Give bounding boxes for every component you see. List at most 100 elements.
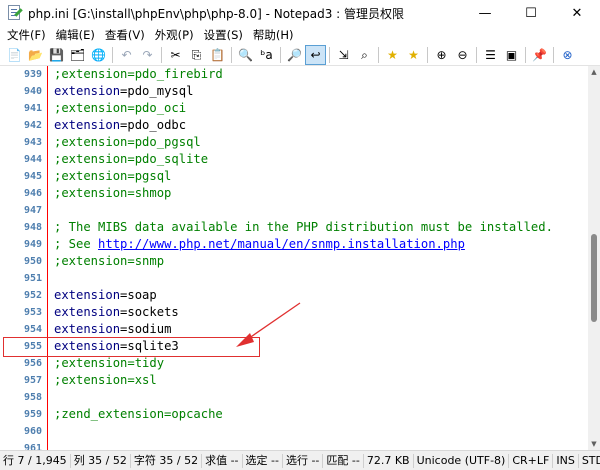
menu-edit[interactable]: 编辑(E) (51, 27, 100, 43)
replace-icon[interactable]: ᵇa (256, 45, 277, 65)
new-file-icon[interactable]: 📄 (4, 45, 25, 65)
code-value: =soap (120, 288, 157, 302)
toolbar-separator (378, 46, 379, 63)
menu-view[interactable]: 查看(V) (100, 27, 150, 43)
paste-icon[interactable]: 📋 (207, 45, 228, 65)
zoom-in-icon[interactable]: ⊕ (431, 45, 452, 65)
code-comment: ;extension=snmp (54, 254, 165, 268)
line-number: 944 (23, 154, 42, 165)
find-next-icon[interactable]: ⌕ (354, 45, 375, 65)
scroll-up-icon[interactable]: ▲ (588, 66, 600, 78)
status-selected: 选定 -- (243, 453, 283, 468)
line-number: 952 (23, 290, 42, 301)
menu-appearance[interactable]: 外观(P) (150, 27, 199, 43)
title-bar: php.ini [G:\install\phpEnv\php\php-8.0] … (0, 0, 600, 26)
code-line[interactable]: ;extension=tidy (54, 356, 164, 370)
undo-icon[interactable]: ↶ (116, 45, 137, 65)
find-icon[interactable]: 🔍 (235, 45, 256, 65)
status-file-size[interactable]: 72.7 KB (364, 453, 414, 468)
line-number: 954 (23, 324, 42, 335)
status-insert-mode[interactable]: INS (553, 453, 579, 468)
code-line[interactable]: .................. (54, 441, 186, 450)
code-line[interactable]: extension=sockets (54, 305, 179, 319)
menu-file[interactable]: 文件(F) (2, 27, 51, 43)
line-number: 956 (23, 358, 42, 369)
scroll-down-icon[interactable]: ▼ (588, 438, 600, 450)
insert-icon[interactable]: ⇲ (333, 45, 354, 65)
toolbar-separator (280, 46, 281, 63)
exit-icon[interactable]: ⊗ (557, 45, 578, 65)
zoom-out-icon[interactable]: ⊖ (452, 45, 473, 65)
code-line[interactable]: ;extension=pdo_pgsql (54, 135, 201, 149)
pin-icon[interactable]: 📌 (529, 45, 550, 65)
line-number: 957 (23, 375, 42, 386)
toolbar-separator (427, 46, 428, 63)
editor-area[interactable]: 939 ;extension=pdo_firebird 940 extension=p… (0, 66, 588, 450)
code-line[interactable]: ;extension=pdo_sqlite (54, 152, 208, 166)
code-line[interactable]: extension=soap (54, 288, 157, 302)
menu-bar: 文件(F) 编辑(E) 查看(V) 外观(P) 设置(S) 帮助(H) (0, 26, 600, 44)
line-number: 942 (23, 120, 42, 131)
code-line[interactable]: ;extension=pdo_oci (54, 101, 186, 115)
line-number: 939 (23, 69, 42, 80)
status-line-ending[interactable]: CR+LF (509, 453, 554, 468)
maximize-button[interactable]: ☐ (508, 0, 554, 26)
settings-icon[interactable]: ☰ (480, 45, 501, 65)
status-mode[interactable]: STD (579, 454, 600, 468)
code-comment: .................. (54, 441, 187, 450)
code-key: extension (54, 288, 121, 302)
status-encoding[interactable]: Unicode (UTF-8) (414, 453, 510, 468)
code-link[interactable]: http://www.php.net/manual/en/snmp.instal… (98, 237, 465, 251)
code-comment: ;extension=pdo_pgsql (54, 135, 201, 149)
code-line[interactable]: extension=sqlite3 (54, 339, 179, 353)
code-line[interactable]: ; The MIBS data available in the PHP dis… (54, 220, 553, 234)
bookmark-icon[interactable]: ★ (382, 45, 403, 65)
code-line[interactable]: ;extension=xsl (54, 373, 157, 387)
bookmark-next-icon[interactable]: ★ (403, 45, 424, 65)
scroll-thumb[interactable] (591, 234, 597, 322)
line-number: 960 (23, 426, 42, 437)
menu-help[interactable]: 帮助(H) (248, 27, 299, 43)
status-eval: 求值 -- (202, 453, 243, 468)
code-line[interactable]: ;extension=shmop (54, 186, 171, 200)
copy-icon[interactable]: ⎘ (186, 45, 207, 65)
code-key: extension (54, 84, 121, 98)
menu-settings[interactable]: 设置(S) (199, 27, 248, 43)
browse-icon[interactable]: 🌐 (88, 45, 109, 65)
code-line[interactable]: extension=sodium (54, 322, 171, 336)
line-number: 947 (23, 205, 42, 216)
code-comment: ;extension=shmop (54, 186, 172, 200)
code-line[interactable]: ;extension=snmp (54, 254, 164, 268)
status-column: 列 35 / 52 (71, 453, 131, 468)
minimize-button[interactable]: — (462, 0, 508, 26)
save-as-icon[interactable]: 🗂 (67, 45, 88, 65)
code-value: =pdo_mysql (120, 84, 194, 98)
code-line[interactable]: ;extension=pdo_firebird (54, 67, 223, 81)
code-line[interactable]: ; See http://www.php.net/manual/en/snmp.… (54, 237, 465, 251)
code-comment: ;extension=xsl (54, 373, 157, 387)
code-line[interactable]: extension=pdo_odbc (54, 118, 186, 132)
toolbar-separator (161, 46, 162, 63)
save-icon[interactable]: 💾 (46, 45, 67, 65)
line-number: 946 (23, 188, 42, 199)
code-line[interactable]: ;zend_extension=opcache (54, 407, 223, 421)
code-comment: ;extension=pdo_sqlite (54, 152, 209, 166)
monitor-icon[interactable]: ▣ (501, 45, 522, 65)
line-number: 949 (23, 239, 42, 250)
cut-icon[interactable]: ✂ (165, 45, 186, 65)
toolbar-separator (476, 46, 477, 63)
close-button[interactable]: ✕ (554, 0, 600, 26)
line-number: 958 (23, 392, 42, 403)
code-line[interactable]: extension=pdo_mysql (54, 84, 193, 98)
toolbar-separator (329, 46, 330, 63)
code-key: extension (54, 305, 121, 319)
code-line[interactable]: ;extension=pgsql (54, 169, 171, 183)
vertical-scrollbar[interactable]: ▲ ▼ (588, 66, 600, 450)
goto-icon[interactable]: 🔎 (284, 45, 305, 65)
word-wrap-icon[interactable]: ↩ (305, 44, 326, 65)
redo-icon[interactable]: ↷ (137, 45, 158, 65)
code-comment: ;extension=tidy (54, 356, 165, 370)
line-number: 951 (23, 273, 42, 284)
code-key: extension (54, 118, 121, 132)
open-file-icon[interactable]: 📂 (25, 45, 46, 65)
